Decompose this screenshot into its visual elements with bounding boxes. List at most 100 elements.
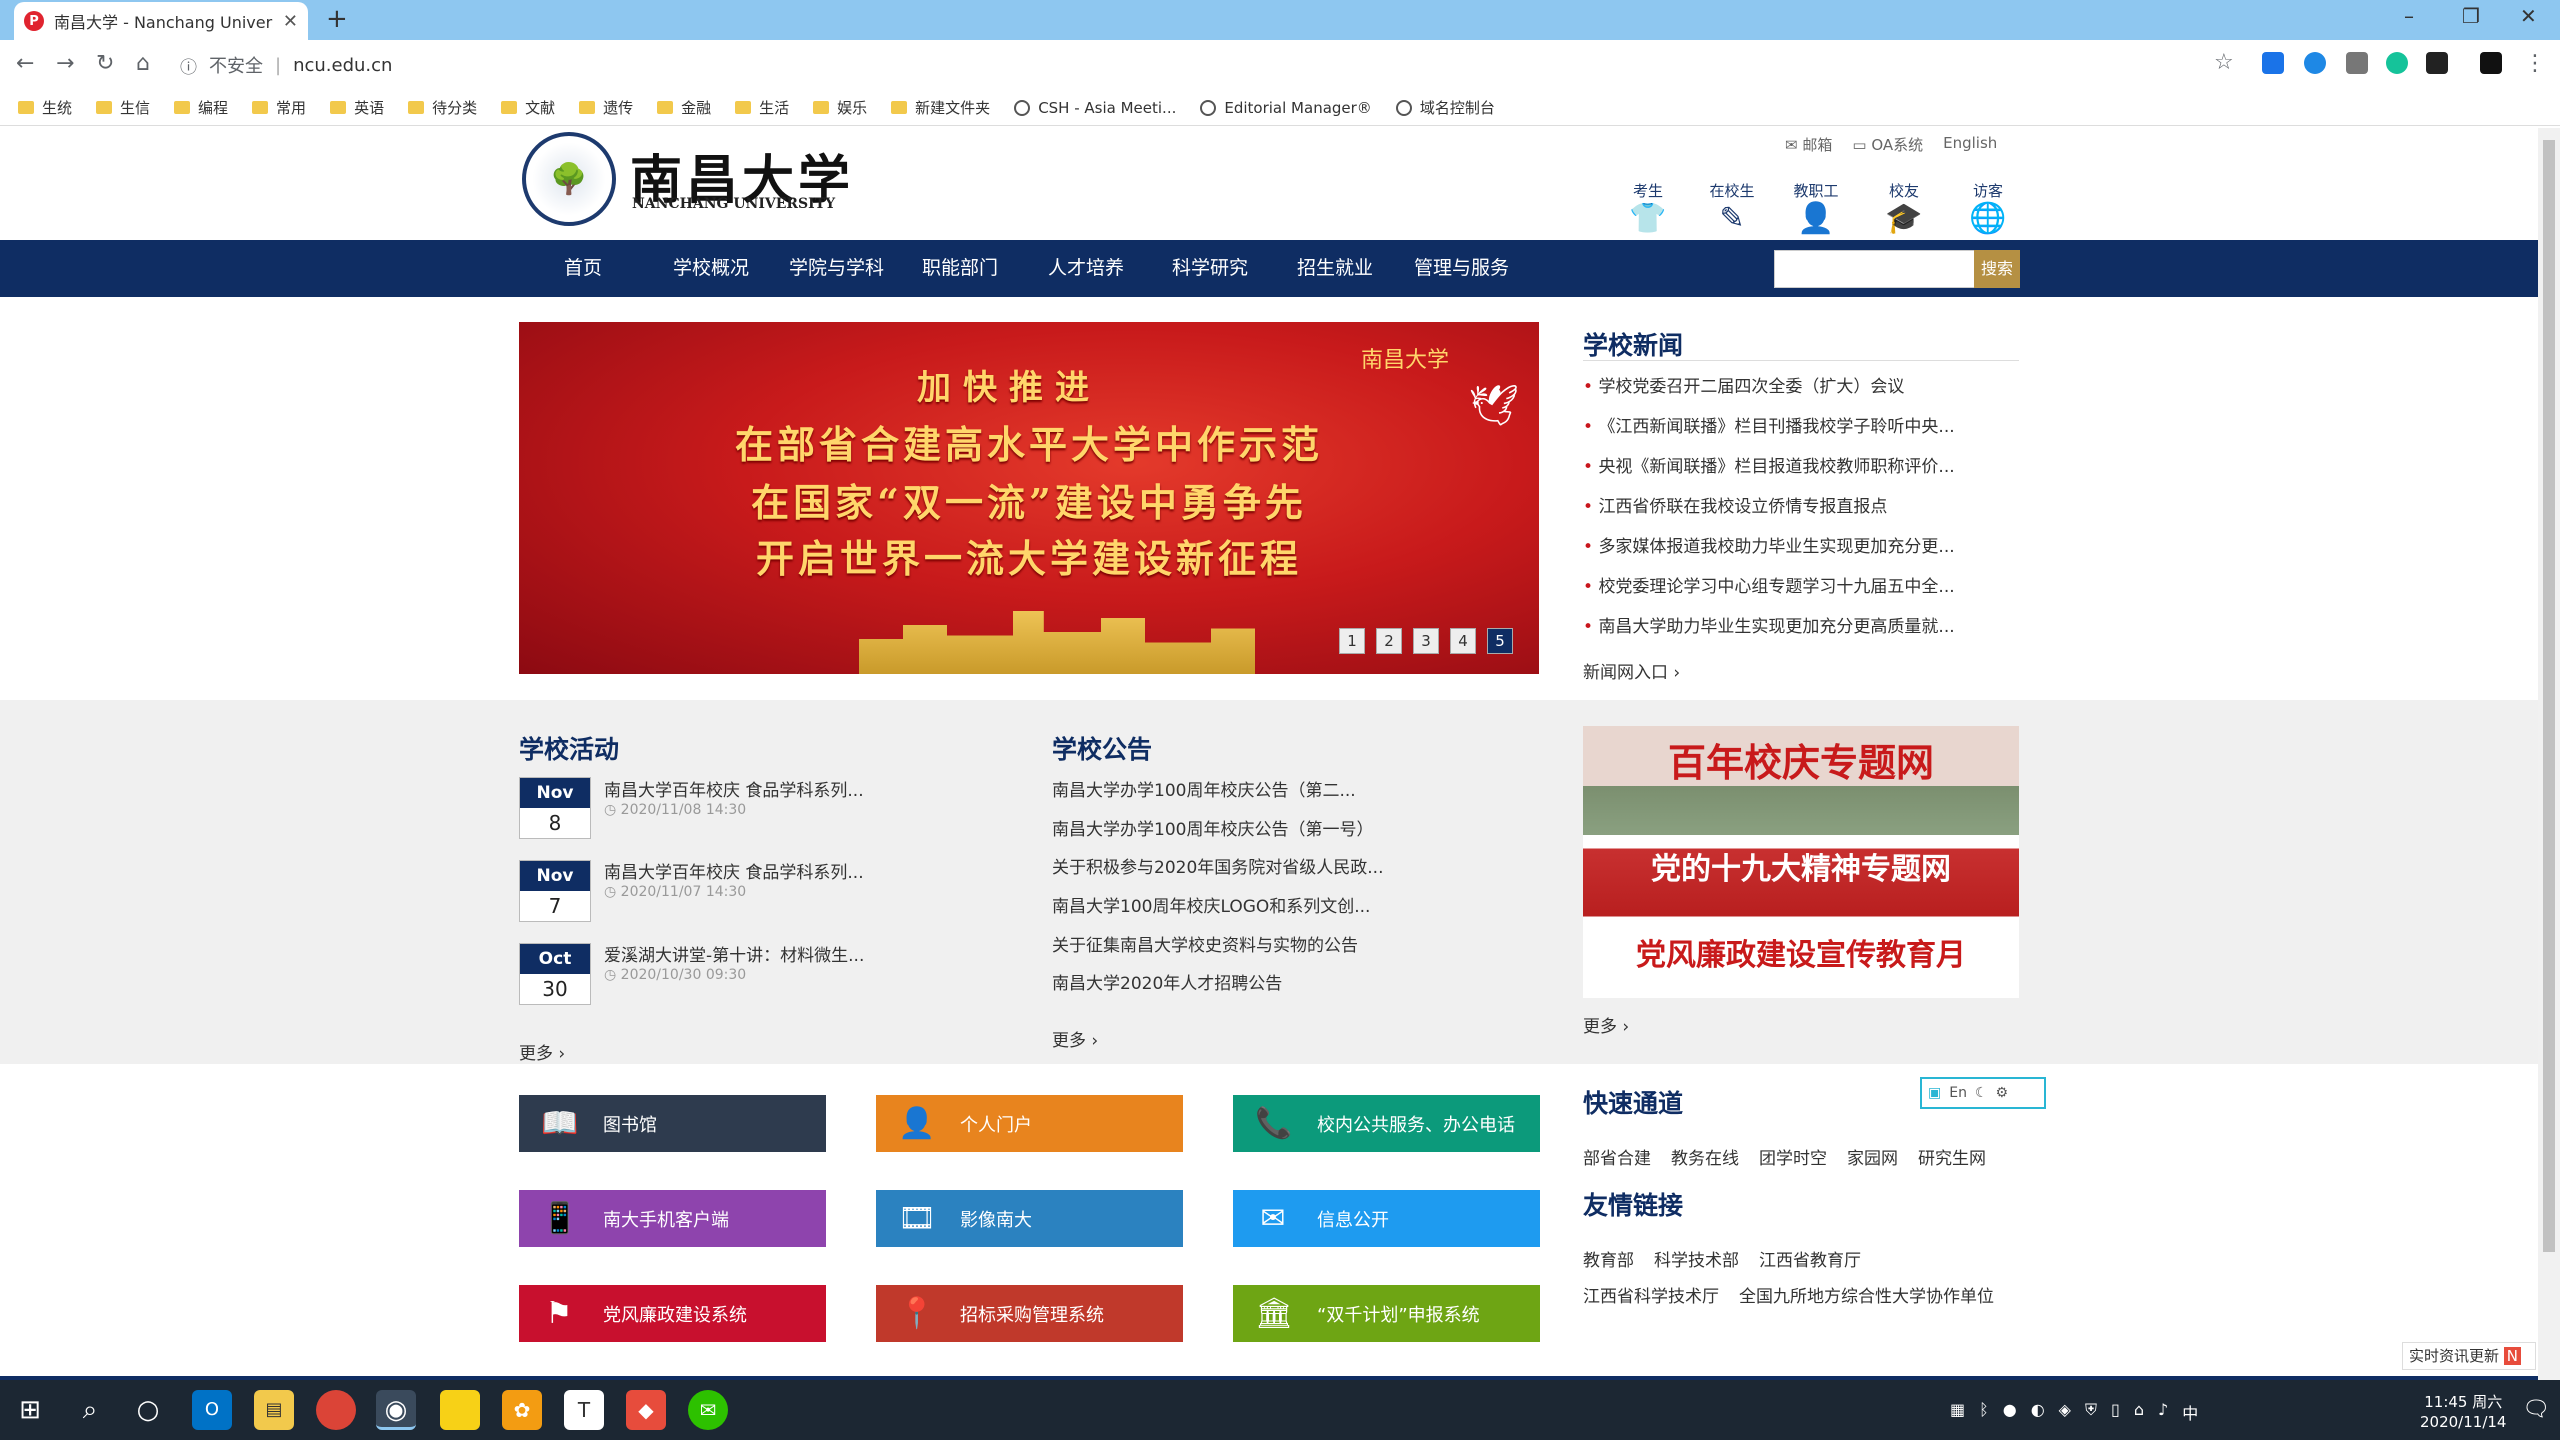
quick-entry-student[interactable]: 在校生 ✎ — [1702, 180, 1762, 237]
reload-icon[interactable]: ↻ — [96, 51, 114, 76]
quick-entry-visitor[interactable]: 访客 🌐 — [1958, 180, 2018, 237]
promo-congress[interactable]: 党的十九大精神专题网 — [1583, 844, 2019, 888]
bookmark-item[interactable]: 编程 — [174, 97, 228, 118]
link-graduate-net[interactable]: 研究生网 — [1918, 1144, 1986, 1169]
news-item[interactable]: 《江西新闻联播》栏目刊播我校学子聆听中央... — [1583, 412, 2023, 437]
activity-item[interactable]: 爱溪湖大讲堂-第十讲：材料微生... — [604, 941, 864, 966]
bookmark-item[interactable]: Editorial Manager® — [1200, 99, 1372, 117]
address-bar[interactable]: ⓘ 不安全 | ncu.edu.cn — [180, 48, 2240, 82]
bookmark-item[interactable]: 新建文件夹 — [891, 97, 990, 118]
chrome-active-icon[interactable]: ◉ — [376, 1390, 416, 1430]
university-emblem[interactable]: 🌳 — [522, 132, 616, 226]
nav-education[interactable]: 人才培养 — [1048, 240, 1124, 297]
wechat-tray-icon[interactable]: ● — [2003, 1400, 2017, 1424]
service-tile[interactable]: 🏛 “双千计划”申报系统 — [1233, 1285, 1540, 1342]
translate-extension-icon[interactable] — [2346, 52, 2368, 74]
notice-item[interactable]: 南昌大学100周年校庆LOGO和系列文创... — [1052, 892, 1370, 917]
nav-overview[interactable]: 学校概况 — [673, 240, 749, 297]
notice-item[interactable]: 南昌大学办学100周年校庆公告（第二... — [1052, 776, 1356, 801]
search-icon[interactable]: ⌕ — [70, 1390, 110, 1430]
link-home-net[interactable]: 家园网 — [1847, 1144, 1898, 1169]
bookmark-item[interactable]: 生信 — [96, 97, 150, 118]
nav-colleges[interactable]: 学院与学科 — [789, 240, 884, 297]
app-icon[interactable]: ✿ — [502, 1390, 542, 1430]
nav-home[interactable]: 首页 — [564, 240, 602, 297]
logo-english-name[interactable]: NANCHANG UNIVERSITY — [632, 196, 835, 212]
tray-app-icon[interactable]: ▦ — [1950, 1400, 1965, 1424]
bookmark-item[interactable]: 英语 — [330, 97, 384, 118]
service-tile[interactable]: 📱 南大手机客户端 — [519, 1190, 826, 1247]
slider-page-2[interactable]: 2 — [1376, 628, 1402, 654]
sticky-notes-icon[interactable] — [440, 1390, 480, 1430]
file-explorer-icon[interactable]: ▤ — [254, 1390, 294, 1430]
activity-item[interactable]: 南昌大学百年校庆 食品学科系列... — [604, 858, 864, 883]
service-tile[interactable]: 🎞 影像南大 — [876, 1190, 1183, 1247]
promo-more-link[interactable]: 更多 › — [1583, 1012, 1629, 1037]
service-tile[interactable]: 📍 招标采购管理系统 — [876, 1285, 1183, 1342]
slider-page-3[interactable]: 3 — [1413, 628, 1439, 654]
volume-icon[interactable]: ♪ — [2158, 1400, 2168, 1424]
minimize-button[interactable]: – — [2404, 4, 2414, 28]
notices-more-link[interactable]: 更多 › — [1052, 1026, 1098, 1051]
bookmark-item[interactable]: 遗传 — [579, 97, 633, 118]
bookmark-item[interactable]: 生统 — [18, 97, 72, 118]
search-button[interactable]: 搜索 — [1974, 250, 2020, 288]
service-tile[interactable]: 📞 校内公共服务、办公电话 — [1233, 1095, 1540, 1152]
grammarly-icon[interactable] — [2386, 52, 2408, 74]
close-tab-icon[interactable]: ✕ — [283, 11, 298, 32]
browser-tab[interactable]: P 南昌大学 - Nanchang Universit ✕ — [14, 2, 308, 40]
forward-icon[interactable]: → — [56, 51, 74, 76]
news-item[interactable]: 学校党委召开二届四次全委（扩大）会议 — [1583, 372, 2023, 397]
news-item[interactable]: 江西省侨联在我校设立侨情专报直报点 — [1583, 492, 2023, 517]
ime-indicator[interactable]: 中 — [2182, 1400, 2198, 1424]
link-ministry-province[interactable]: 部省合建 — [1583, 1144, 1651, 1169]
app-icon[interactable]: ◆ — [626, 1390, 666, 1430]
cloud-extension-icon[interactable] — [2304, 52, 2326, 74]
extension-icon[interactable] — [2262, 52, 2284, 74]
slider-page-1[interactable]: 1 — [1339, 628, 1365, 654]
nav-admission[interactable]: 招生就业 — [1297, 240, 1373, 297]
tray-app-icon[interactable]: ◐ — [2031, 1400, 2045, 1424]
bookmark-item[interactable]: 域名控制台 — [1395, 97, 1495, 118]
bluetooth-icon[interactable]: ᛒ — [1979, 1400, 1989, 1424]
news-item[interactable]: 南昌大学助力毕业生实现更加充分更高质量就... — [1583, 612, 2023, 637]
service-tile[interactable]: 👤 个人门户 — [876, 1095, 1183, 1152]
notice-item[interactable]: 关于征集南昌大学校史资料与实物的公告 — [1052, 931, 1358, 956]
english-link[interactable]: English — [1943, 134, 1997, 155]
link-jx-sci[interactable]: 江西省科学技术厅 — [1583, 1282, 1719, 1307]
lang-label[interactable]: En — [1949, 1085, 1967, 1101]
quick-entry-applicant[interactable]: 考生 👕 — [1618, 180, 1678, 237]
slider-page-5[interactable]: 5 — [1487, 628, 1513, 654]
realtime-news-button[interactable]: 实时资讯更新 N — [2402, 1342, 2536, 1370]
bookmark-item[interactable]: 文献 — [501, 97, 555, 118]
nav-services[interactable]: 管理与服务 — [1414, 240, 1509, 297]
service-tile[interactable]: ✉ 信息公开 — [1233, 1190, 1540, 1247]
bookmark-item[interactable]: 生活 — [735, 97, 789, 118]
wechat-icon[interactable]: ✉ — [688, 1390, 728, 1430]
extension-icon[interactable] — [2426, 52, 2448, 74]
quick-entry-staff[interactable]: 教职工 👤 — [1786, 180, 1846, 237]
moon-icon[interactable]: ☾ — [1975, 1085, 1988, 1101]
bookmark-item[interactable]: CSH - Asia Meeti... — [1014, 99, 1176, 117]
news-more-link[interactable]: 新闻网入口 › — [1583, 658, 1680, 683]
oa-link[interactable]: ▭ OA系统 — [1852, 134, 1923, 155]
news-item[interactable]: 央视《新闻联播》栏目报道我校教师职称评价... — [1583, 452, 2023, 477]
tray-app-icon[interactable]: ◈ — [2059, 1400, 2071, 1424]
bookmark-item[interactable]: 娱乐 — [813, 97, 867, 118]
quick-entry-alumni[interactable]: 校友 🎓 — [1874, 180, 1934, 237]
scrollbar-thumb[interactable] — [2543, 140, 2555, 1252]
battery-icon[interactable]: ▯ — [2111, 1400, 2120, 1424]
bookmark-item[interactable]: 常用 — [252, 97, 306, 118]
nav-research[interactable]: 科学研究 — [1172, 240, 1248, 297]
network-icon[interactable]: ⌂ — [2134, 1400, 2144, 1424]
windows-start-icon[interactable]: ⊞ — [10, 1390, 50, 1430]
promo-integrity[interactable]: 党风廉政建设宣传教育月 — [1583, 930, 2019, 974]
translate-icon[interactable]: ▣ — [1928, 1085, 1941, 1101]
clock[interactable]: 11:45 周六 2020/11/14 — [2420, 1392, 2506, 1432]
task-view-icon[interactable]: ○ — [128, 1390, 168, 1430]
service-tile[interactable]: 📖 图书馆 — [519, 1095, 826, 1152]
notification-icon[interactable]: 🗨 — [2516, 1390, 2556, 1430]
shield-icon[interactable]: ⛨ — [2085, 1400, 2097, 1424]
link-moe[interactable]: 教育部 — [1583, 1246, 1634, 1271]
link-youth-league[interactable]: 团学时空 — [1759, 1144, 1827, 1169]
